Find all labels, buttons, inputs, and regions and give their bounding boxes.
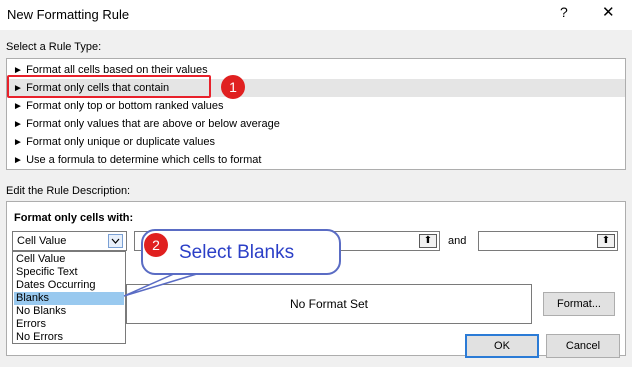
dropdown-option[interactable]: Dates Occurring xyxy=(14,279,124,292)
cell-value-combo[interactable]: Cell Value xyxy=(12,231,127,251)
rule-type-heading: Select a Rule Type: xyxy=(6,41,102,53)
arrow-right-icon: ► xyxy=(13,119,23,130)
rule-type-item[interactable]: ► Format only unique or duplicate values xyxy=(7,133,625,151)
rule-type-label: Format only unique or duplicate values xyxy=(26,136,216,148)
dropdown-option-blanks[interactable]: Blanks xyxy=(14,292,124,305)
rule-type-item[interactable]: ► Use a formula to determine which cells… xyxy=(7,151,625,169)
rule-type-item[interactable]: ► Format only top or bottom ranked value… xyxy=(7,97,625,115)
rule-type-label: Format only values that are above or bel… xyxy=(26,118,280,130)
chevron-down-icon[interactable] xyxy=(108,234,123,248)
dropdown-option[interactable]: Cell Value xyxy=(14,253,124,266)
collapse-range-icon[interactable]: ⬆ xyxy=(597,234,615,248)
arrow-right-icon: ► xyxy=(13,155,23,166)
dropdown-option[interactable]: No Blanks xyxy=(14,305,124,318)
select-blanks-callout: Select Blanks xyxy=(141,229,341,275)
arrow-right-icon: ► xyxy=(13,101,23,112)
callout-text: Select Blanks xyxy=(179,242,295,263)
collapse-range-icon[interactable]: ⬆ xyxy=(419,234,437,248)
format-button[interactable]: Format... xyxy=(543,292,615,316)
value-field-2[interactable]: ⬆ xyxy=(478,231,618,251)
rule-type-item[interactable]: ► Format only values that are above or b… xyxy=(7,115,625,133)
rule-description-heading: Edit the Rule Description: xyxy=(6,185,131,197)
dropdown-option[interactable]: Errors xyxy=(14,318,124,331)
cancel-button[interactable]: Cancel xyxy=(546,334,620,358)
preview-text: No Format Set xyxy=(289,297,369,311)
help-icon[interactable]: ? xyxy=(560,4,568,20)
rule-type-label: Use a formula to determine which cells t… xyxy=(26,154,262,166)
format-preview: No Format Set xyxy=(126,284,532,324)
new-formatting-rule-dialog: New Formatting Rule ? ✕ Select a Rule Ty… xyxy=(0,0,632,367)
dialog-title: New Formatting Rule xyxy=(7,7,130,22)
cell-value-dropdown[interactable]: Cell Value Specific Text Dates Occurring… xyxy=(12,251,126,344)
dropdown-option[interactable]: Specific Text xyxy=(14,266,124,279)
rule-type-label: Format only top or bottom ranked values xyxy=(26,100,224,112)
combo-value: Cell Value xyxy=(17,235,67,247)
ok-button[interactable]: OK xyxy=(465,334,539,358)
step-1-badge: 1 xyxy=(221,75,245,99)
close-icon[interactable]: ✕ xyxy=(602,3,615,21)
and-label: and xyxy=(448,235,467,247)
format-only-cells-with-label: Format only cells with: xyxy=(14,212,134,224)
title-bar: New Formatting Rule ? ✕ xyxy=(0,0,632,30)
step-2-badge: 2 xyxy=(144,233,168,257)
dropdown-option[interactable]: No Errors xyxy=(14,331,124,344)
arrow-right-icon: ► xyxy=(13,137,23,148)
selected-rule-highlight xyxy=(7,75,211,98)
